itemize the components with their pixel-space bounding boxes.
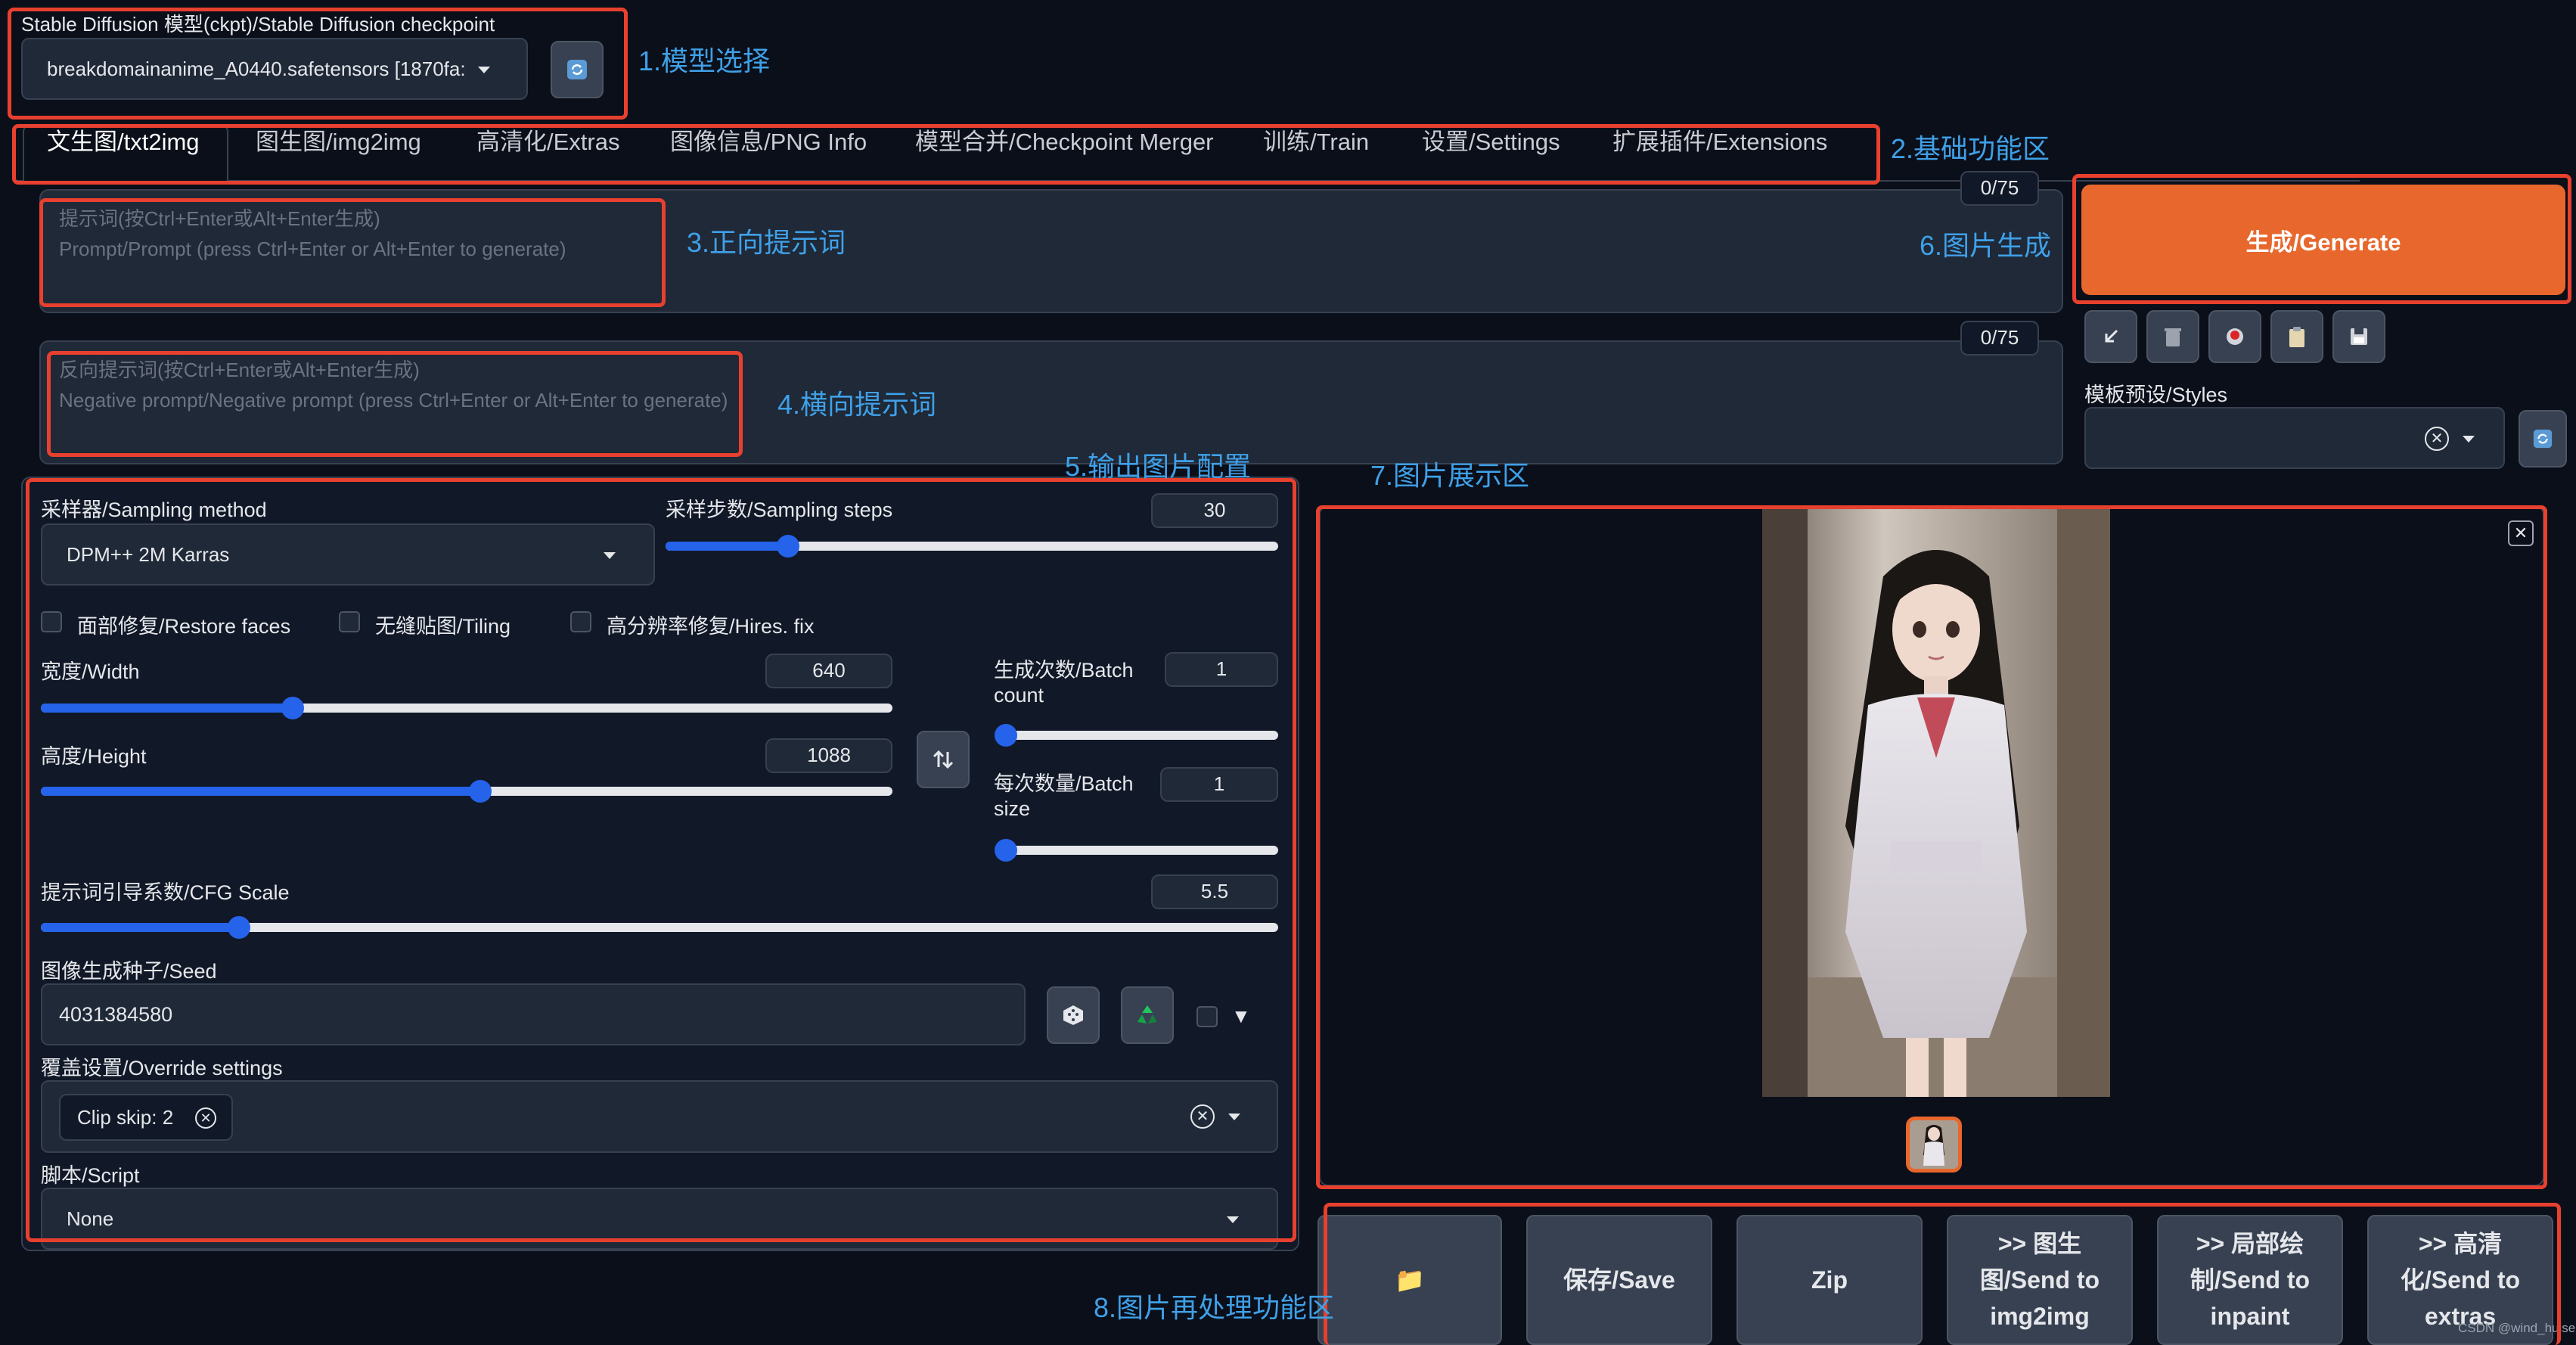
- annotation-label-4: 4.横向提示词: [777, 389, 937, 420]
- annotation-box-6: [2072, 174, 2571, 304]
- clear-icon[interactable]: ✕: [2425, 427, 2449, 451]
- annotation-box-5: [26, 478, 1296, 1242]
- arrow-icon: [2105, 329, 2118, 343]
- annotation-label-2: 2.基础功能区: [1891, 133, 2050, 164]
- record-icon: [2227, 328, 2243, 345]
- read-params-button[interactable]: [2084, 310, 2137, 363]
- negative-prompt-token-counter: 0/75: [1960, 321, 2039, 356]
- annotation-box-1: [8, 8, 628, 120]
- annotation-label-6: 6.图片生成: [1920, 230, 2052, 261]
- chevron-down-icon: [2463, 436, 2475, 443]
- extra-networks-button[interactable]: [2208, 310, 2261, 363]
- annotation-box-3: [39, 198, 666, 307]
- apply-style-button[interactable]: [2270, 310, 2323, 363]
- refresh-styles-button[interactable]: [2519, 410, 2567, 467]
- annotation-label-3: 3.正向提示词: [687, 227, 846, 258]
- annotation-label-1: 1.模型选择: [638, 45, 771, 76]
- save-style-button[interactable]: [2332, 310, 2385, 363]
- annotation-box-2: [12, 124, 1880, 185]
- clipboard-icon: [2289, 327, 2304, 347]
- prompt-token-counter: 0/75: [1960, 171, 2039, 206]
- annotation-box-4: [47, 351, 743, 457]
- save-icon: [2351, 328, 2367, 345]
- annotation-label-7: 7.图片展示区: [1370, 460, 1530, 491]
- styles-dropdown[interactable]: ✕: [2084, 407, 2505, 469]
- annotation-box-7: [1316, 505, 2547, 1189]
- trash-icon: [2165, 328, 2181, 346]
- annotation-label-5: 5.输出图片配置: [1065, 451, 1252, 482]
- refresh-icon: [2533, 429, 2553, 449]
- annotation-box-8: [1324, 1203, 2561, 1345]
- styles-label: 模板预设/Styles: [2084, 384, 2228, 406]
- annotation-label-8: 8.图片再处理功能区: [1094, 1292, 1335, 1323]
- clear-prompt-button[interactable]: [2146, 310, 2199, 363]
